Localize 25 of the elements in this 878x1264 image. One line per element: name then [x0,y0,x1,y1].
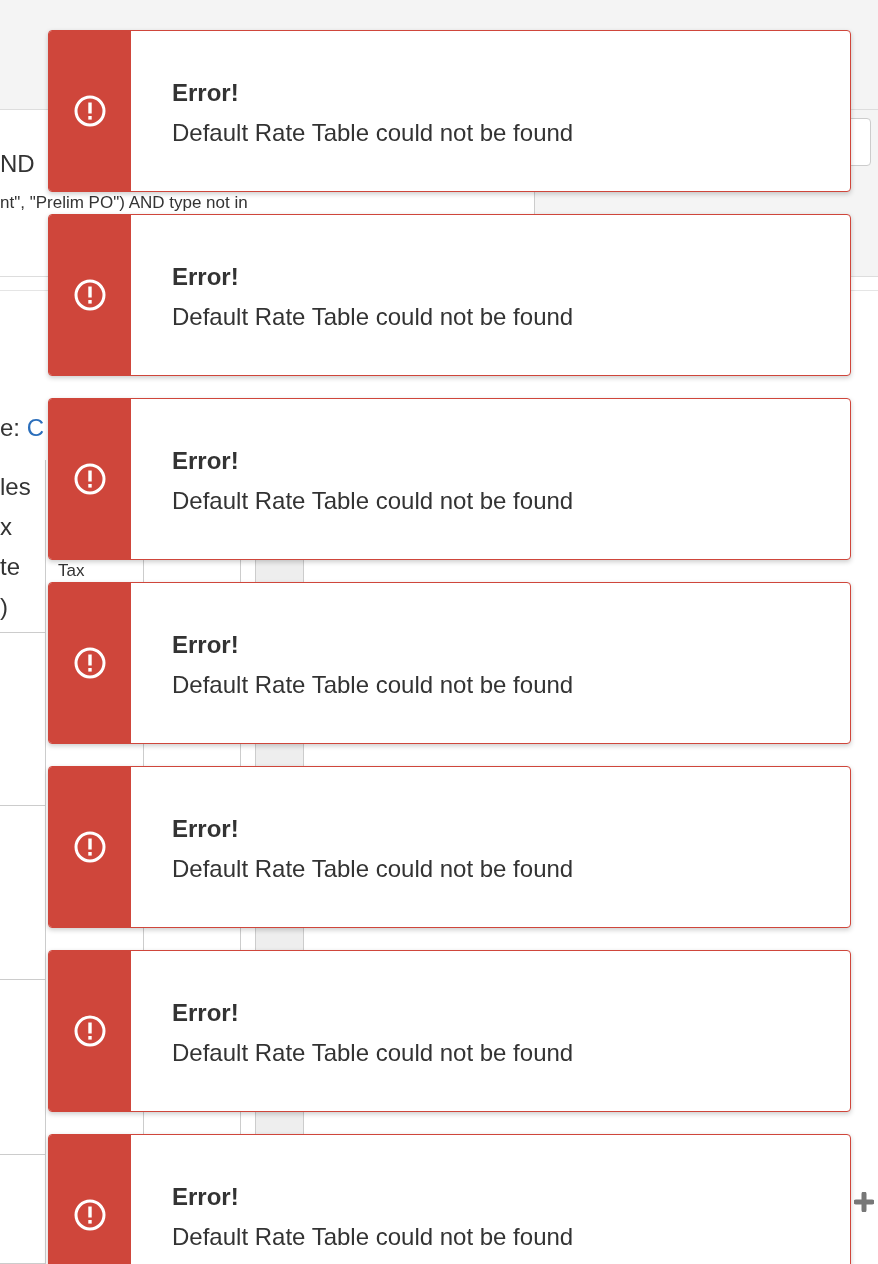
toast-message: Default Rate Table could not be found [172,486,574,516]
toast-message: Default Rate Table could not be found [172,1222,574,1252]
toast-title: Error! [172,1182,240,1212]
alert-icon [74,1015,106,1047]
alert-icon [74,1199,106,1231]
toast-title: Error! [172,998,240,1028]
toast-message: Default Rate Table could not be found [172,670,574,700]
toast-title: Error! [172,446,240,476]
type-label: e: [0,414,20,441]
toast-message: Default Rate Table could not be found [172,118,574,148]
plus-icon[interactable] [854,1191,874,1212]
toast-message: Default Rate Table could not be found [172,1038,574,1068]
alert-icon [74,463,106,495]
type-link[interactable]: C [26,414,45,441]
alert-icon [74,95,106,127]
table-cell: les x te ) [0,460,45,633]
toast-title: Error! [172,630,240,660]
toast-message: Default Rate Table could not be found [172,302,574,332]
toast-title: Error! [172,814,240,844]
toast-title: Error! [172,78,240,108]
alert-icon [74,831,106,863]
alert-icon [74,647,106,679]
alert-icon [74,279,106,311]
toast-message: Default Rate Table could not be found [172,854,574,884]
toast-title: Error! [172,262,240,292]
